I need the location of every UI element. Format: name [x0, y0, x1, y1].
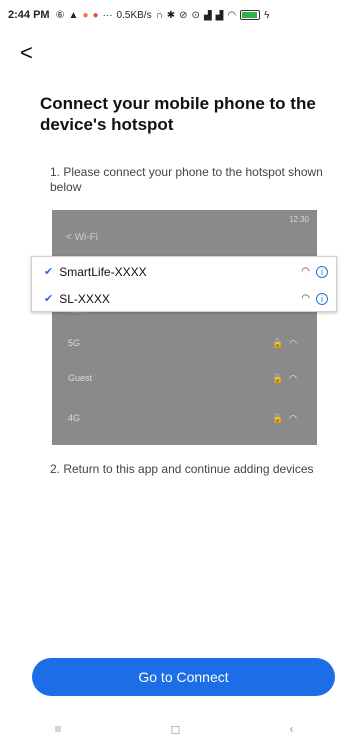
signal-icon: ▟	[215, 9, 224, 21]
back-icon[interactable]: ‹	[289, 722, 293, 736]
red-dot-icon: ●	[92, 9, 99, 21]
more-icon: ···	[102, 9, 113, 21]
alarm-icon: ⊙	[191, 9, 200, 21]
sim-icon: ⑥	[55, 9, 65, 21]
wifi-icon: ◠	[301, 266, 310, 277]
status-time: 2:44 PM	[8, 9, 50, 21]
headphone-icon: ∩	[155, 9, 163, 21]
lock-wifi-icon: 🔒◠	[271, 413, 303, 423]
info-icon: i	[316, 292, 328, 305]
step-two-text: 2. Return to this app and continue addin…	[50, 462, 314, 476]
illustration-network-row: Guest 🔒◠	[68, 373, 303, 383]
go-to-connect-button[interactable]: Go to Connect	[32, 658, 335, 696]
hotspot-highlight-card: ✔ SmartLife-XXXX ◠ i ✔ SL-XXXX ◠ i	[31, 256, 337, 312]
mute-icon: ⊘	[179, 9, 188, 21]
lock-wifi-icon: 🔒◠	[271, 338, 303, 348]
info-icon: i	[316, 265, 328, 278]
illustration-network-row: 4G 🔒◠	[68, 413, 303, 423]
illustration-wifi-header: < Wi-Fi	[66, 232, 98, 243]
menu-icon[interactable]: ≡	[55, 722, 62, 736]
check-icon: ✔	[44, 266, 54, 278]
lock-wifi-icon: 🔒◠	[271, 373, 303, 383]
hotspot-label: SmartLife-XXXX	[59, 264, 147, 279]
network-speed: 0.5KB/s	[116, 9, 152, 21]
hotspot-item: ✔ SL-XXXX ◠ i	[32, 285, 336, 312]
charging-icon: ϟ	[264, 9, 270, 21]
illustration-network-row: 5G 🔒◠	[68, 338, 303, 348]
battery-icon	[240, 10, 261, 20]
illustration-phone-time: 12:30	[288, 215, 309, 224]
back-button[interactable]: <	[20, 42, 44, 66]
alert-icon: ▲	[68, 9, 79, 21]
wifi-settings-illustration: 12:30 < Wi-Fi Home 5G 🔒◠ Guest 🔒◠ 4G 🔒◠	[52, 210, 317, 445]
orange-dot-icon: ●	[82, 9, 89, 21]
status-bar: 2:44 PM ⑥ ▲ ● ● ··· 0.5KB/s ∩ ✱ ⊘ ⊙ ▟ ▟ …	[0, 0, 348, 30]
wifi-icon: ◠	[301, 293, 310, 304]
status-icons: ⑥ ▲ ● ● ··· 0.5KB/s ∩ ✱ ⊘ ⊙ ▟ ▟ ◠ ϟ	[56, 10, 270, 21]
hotspot-label: SL-XXXX	[59, 291, 110, 306]
signal-icon: ▟	[203, 9, 212, 21]
bluetooth-icon: ✱	[166, 9, 176, 21]
page-title: Connect your mobile phone to the device'…	[40, 94, 316, 134]
home-icon[interactable]: ◻	[171, 722, 181, 736]
step-one-text: 1. Please connect your phone to the hots…	[50, 165, 323, 194]
check-icon: ✔	[44, 293, 54, 305]
hotspot-item: ✔ SmartLife-XXXX ◠ i	[32, 258, 336, 285]
wifi-icon: ◠	[227, 9, 237, 21]
system-nav-bar: ≡ ◻ ‹	[0, 718, 348, 740]
